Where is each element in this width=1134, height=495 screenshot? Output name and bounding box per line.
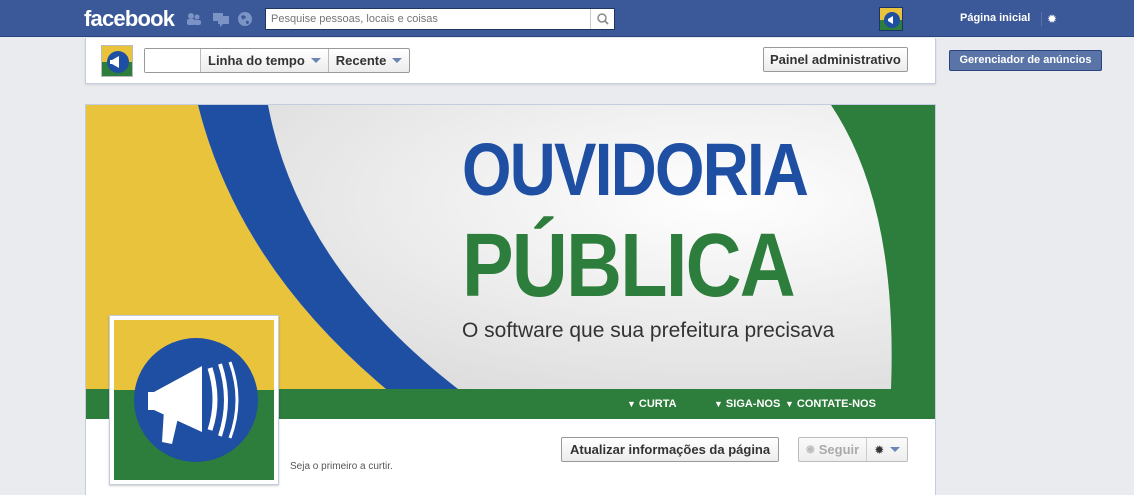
cover-title-line2: PÚBLICA bbox=[462, 216, 796, 316]
cover-title-line1: OUVIDORIA bbox=[462, 128, 809, 211]
cover-subtitle: O software que sua prefeitura precisava bbox=[462, 319, 835, 342]
chevron-down-icon bbox=[310, 58, 321, 63]
admin-panel-button[interactable]: Painel administrativo bbox=[763, 47, 908, 72]
chevron-down-icon bbox=[392, 58, 403, 63]
cover-link-contact: ▼ CONTATE-NOS bbox=[785, 398, 876, 410]
home-link[interactable]: Página inicial bbox=[960, 12, 1030, 24]
cover-link-like: ▼ CURTA bbox=[627, 398, 677, 410]
triangle-down-icon: ▼ bbox=[785, 399, 794, 409]
timeline-label: Linha do tempo bbox=[208, 53, 305, 68]
gear-icon[interactable]: ✹ bbox=[1047, 12, 1057, 26]
search-icon[interactable] bbox=[590, 9, 614, 29]
user-avatar[interactable] bbox=[879, 7, 903, 31]
recent-dropdown[interactable]: Recente bbox=[329, 49, 410, 72]
top-navigation-bar: facebook Página inicial ✹ bbox=[0, 0, 1134, 37]
gear-icon: ✹ bbox=[874, 442, 885, 457]
page-name-button[interactable] bbox=[145, 49, 201, 72]
megaphone-icon bbox=[114, 320, 274, 480]
facebook-logo[interactable]: facebook bbox=[84, 6, 175, 32]
ads-manager-button[interactable]: Gerenciador de anúncios bbox=[949, 50, 1102, 71]
rss-icon: ◉ bbox=[806, 444, 815, 455]
page-admin-toolbar: Linha do tempo Recente Painel administra… bbox=[85, 38, 936, 84]
notifications-globe-icon[interactable] bbox=[237, 11, 253, 27]
timeline-button-group: Linha do tempo Recente bbox=[144, 48, 411, 73]
timeline-dropdown[interactable]: Linha do tempo bbox=[201, 49, 329, 72]
page-thumbnail[interactable] bbox=[101, 45, 133, 77]
friends-icon[interactable] bbox=[186, 11, 202, 27]
search-input[interactable] bbox=[266, 9, 586, 29]
update-page-info-button[interactable]: Atualizar informações da página bbox=[561, 437, 780, 462]
chevron-down-icon bbox=[890, 447, 901, 452]
recent-label: Recente bbox=[335, 53, 387, 68]
follow-button-group: ◉ Seguir ✹ bbox=[798, 437, 909, 462]
likes-count-text[interactable]: Seja o primeiro a curtir. bbox=[290, 461, 393, 472]
messages-icon[interactable] bbox=[212, 11, 229, 27]
page-timeline-card: OUVIDORIA PÚBLICA O software que sua pre… bbox=[85, 104, 936, 495]
follow-button[interactable]: ◉ Seguir bbox=[799, 438, 868, 461]
profile-picture[interactable] bbox=[109, 315, 279, 485]
cover-link-follow: ▼ SIGA-NOS bbox=[714, 398, 781, 410]
search-box[interactable] bbox=[265, 8, 615, 30]
triangle-down-icon: ▼ bbox=[714, 399, 723, 409]
divider bbox=[1041, 12, 1042, 26]
triangle-down-icon: ▼ bbox=[627, 399, 636, 409]
page-settings-dropdown[interactable]: ✹ bbox=[867, 438, 907, 461]
